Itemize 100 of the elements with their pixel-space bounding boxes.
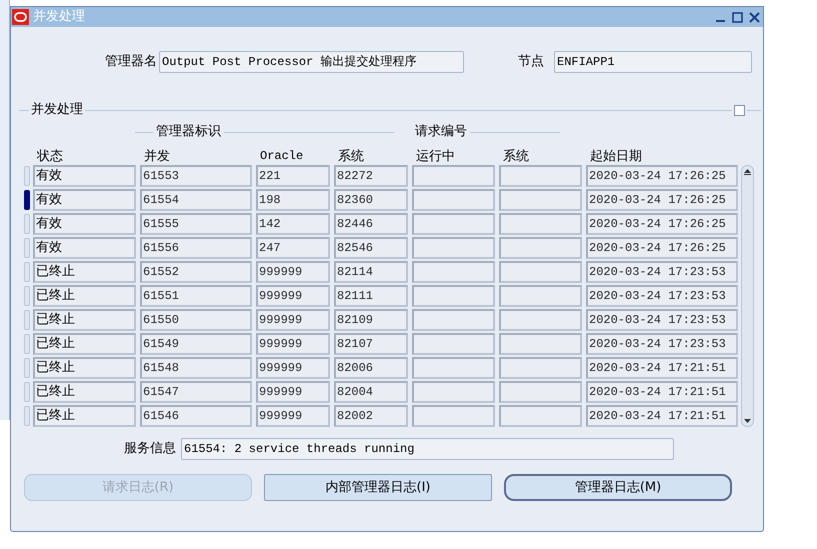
table-cell[interactable]: 61552 (140, 261, 252, 283)
table-cell[interactable] (499, 189, 582, 211)
table-cell[interactable] (412, 165, 495, 187)
table-cell[interactable] (499, 165, 582, 187)
table-cell[interactable]: 2020-03-24 17:26:25 (586, 165, 738, 187)
table-cell[interactable]: 999999 (256, 405, 330, 427)
table-cell[interactable]: 2020-03-24 17:26:25 (586, 213, 738, 235)
table-cell[interactable]: 已终止 (33, 333, 136, 355)
table-cell[interactable] (412, 237, 495, 259)
table-cell[interactable] (499, 405, 582, 427)
column-header: 起始日期 (589, 149, 643, 164)
table-cell[interactable]: 61550 (140, 309, 252, 331)
table-cell[interactable] (499, 381, 582, 403)
table-cell[interactable]: 82360 (334, 189, 408, 211)
table-cell[interactable] (499, 285, 582, 307)
table-cell[interactable] (499, 261, 582, 283)
column-header: 系统 (502, 149, 530, 164)
table-cell[interactable]: 61553 (140, 165, 252, 187)
table-cell[interactable] (412, 213, 495, 235)
field-label: 服务信息 (123, 440, 176, 458)
table-cell[interactable] (412, 357, 495, 379)
table-cell[interactable]: 2020-03-24 17:23:53 (586, 333, 738, 355)
scroll-up-icon[interactable] (743, 168, 752, 176)
table-cell[interactable]: 198 (256, 189, 330, 211)
table-cell[interactable]: 999999 (256, 261, 330, 283)
table-cell[interactable]: 82109 (334, 309, 408, 331)
column-header: 并发 (143, 149, 171, 164)
oval-logo-icon (12, 9, 29, 25)
table-cell[interactable]: 999999 (256, 381, 330, 403)
table-cell[interactable]: 82272 (334, 165, 408, 187)
table-cell[interactable]: 61546 (140, 405, 252, 427)
table-cell[interactable]: 2020-03-24 17:26:25 (586, 237, 738, 259)
table-cell[interactable] (499, 333, 582, 355)
table-cell[interactable] (412, 333, 495, 355)
table-cell[interactable] (412, 261, 495, 283)
table-cell[interactable]: 有效 (33, 237, 136, 259)
table-cell[interactable]: 82111 (334, 285, 408, 307)
section-title: 并发处理 (30, 101, 84, 120)
table-cell[interactable]: 61556 (140, 237, 252, 259)
scrollbar[interactable] (741, 165, 754, 427)
table-cell[interactable]: 221 (256, 165, 330, 187)
checkbox[interactable] (734, 104, 745, 116)
column-header: Oracle (259, 149, 304, 164)
action-button[interactable]: 管理器日志(M) (504, 474, 732, 501)
table-cell[interactable]: 已终止 (33, 381, 136, 403)
action-button[interactable]: 内部管理器日志(I) (264, 474, 492, 501)
table-cell[interactable] (499, 309, 582, 331)
table-cell[interactable]: 已终止 (33, 285, 136, 307)
table-cell[interactable]: 999999 (256, 333, 330, 355)
table-cell[interactable]: 有效 (33, 189, 136, 211)
table-cell[interactable]: 82002 (334, 405, 408, 427)
table-cell[interactable]: 2020-03-24 17:21:51 (586, 405, 738, 427)
close-icon[interactable] (748, 10, 761, 24)
scroll-down-icon[interactable] (743, 418, 752, 424)
table-cell[interactable]: 有效 (33, 213, 136, 235)
table-cell[interactable]: 61554 (140, 189, 252, 211)
table-cell[interactable]: 82006 (334, 357, 408, 379)
input-field[interactable]: ENFIAPP1 (554, 51, 752, 73)
table-cell[interactable]: 82004 (334, 381, 408, 403)
table-cell[interactable]: 61551 (140, 285, 252, 307)
table-cell[interactable]: 2020-03-24 17:21:51 (586, 381, 738, 403)
table-cell[interactable]: 61555 (140, 213, 252, 235)
table-cell[interactable]: 2020-03-24 17:23:53 (586, 285, 738, 307)
table-cell[interactable] (499, 357, 582, 379)
window-title: 并发处理 (33, 8, 86, 26)
table-cell[interactable]: 82107 (334, 333, 408, 355)
table-cell[interactable]: 82114 (334, 261, 408, 283)
table-cell[interactable] (412, 309, 495, 331)
row-selector[interactable] (24, 190, 30, 210)
table-cell[interactable]: 61548 (140, 357, 252, 379)
table-cell[interactable]: 已终止 (33, 405, 136, 427)
table-cell[interactable]: 999999 (256, 357, 330, 379)
table-cell[interactable]: 2020-03-24 17:21:51 (586, 357, 738, 379)
table-cell[interactable]: 2020-03-24 17:23:53 (586, 309, 738, 331)
field-label: 节点 (517, 53, 544, 72)
table-cell[interactable]: 142 (256, 213, 330, 235)
table-cell[interactable] (499, 213, 582, 235)
table-cell[interactable]: 61547 (140, 381, 252, 403)
table-cell[interactable] (412, 381, 495, 403)
column-header: 系统 (337, 149, 365, 164)
field-label: 管理器名 (104, 53, 157, 72)
table-cell[interactable]: 2020-03-24 17:23:53 (586, 261, 738, 283)
table-cell[interactable] (412, 189, 495, 211)
maximize-icon[interactable] (731, 10, 744, 24)
table-cell[interactable]: 已终止 (33, 309, 136, 331)
table-cell[interactable]: 2020-03-24 17:26:25 (586, 189, 738, 211)
table-cell[interactable] (412, 405, 495, 427)
table-cell[interactable]: 已终止 (33, 357, 136, 379)
table-cell[interactable]: 999999 (256, 285, 330, 307)
table-cell[interactable] (499, 237, 582, 259)
table-cell[interactable]: 61549 (140, 333, 252, 355)
table-cell[interactable]: 已终止 (33, 261, 136, 283)
input-field[interactable]: Output Post Processor 输出提交处理程序 (159, 51, 464, 73)
table-cell[interactable] (412, 285, 495, 307)
table-cell[interactable]: 999999 (256, 309, 330, 331)
table-cell[interactable]: 82446 (334, 213, 408, 235)
table-cell[interactable]: 有效 (33, 165, 136, 187)
table-cell[interactable]: 247 (256, 237, 330, 259)
input-field[interactable]: 61554: 2 service threads running (181, 438, 674, 460)
table-cell[interactable]: 82546 (334, 237, 408, 259)
